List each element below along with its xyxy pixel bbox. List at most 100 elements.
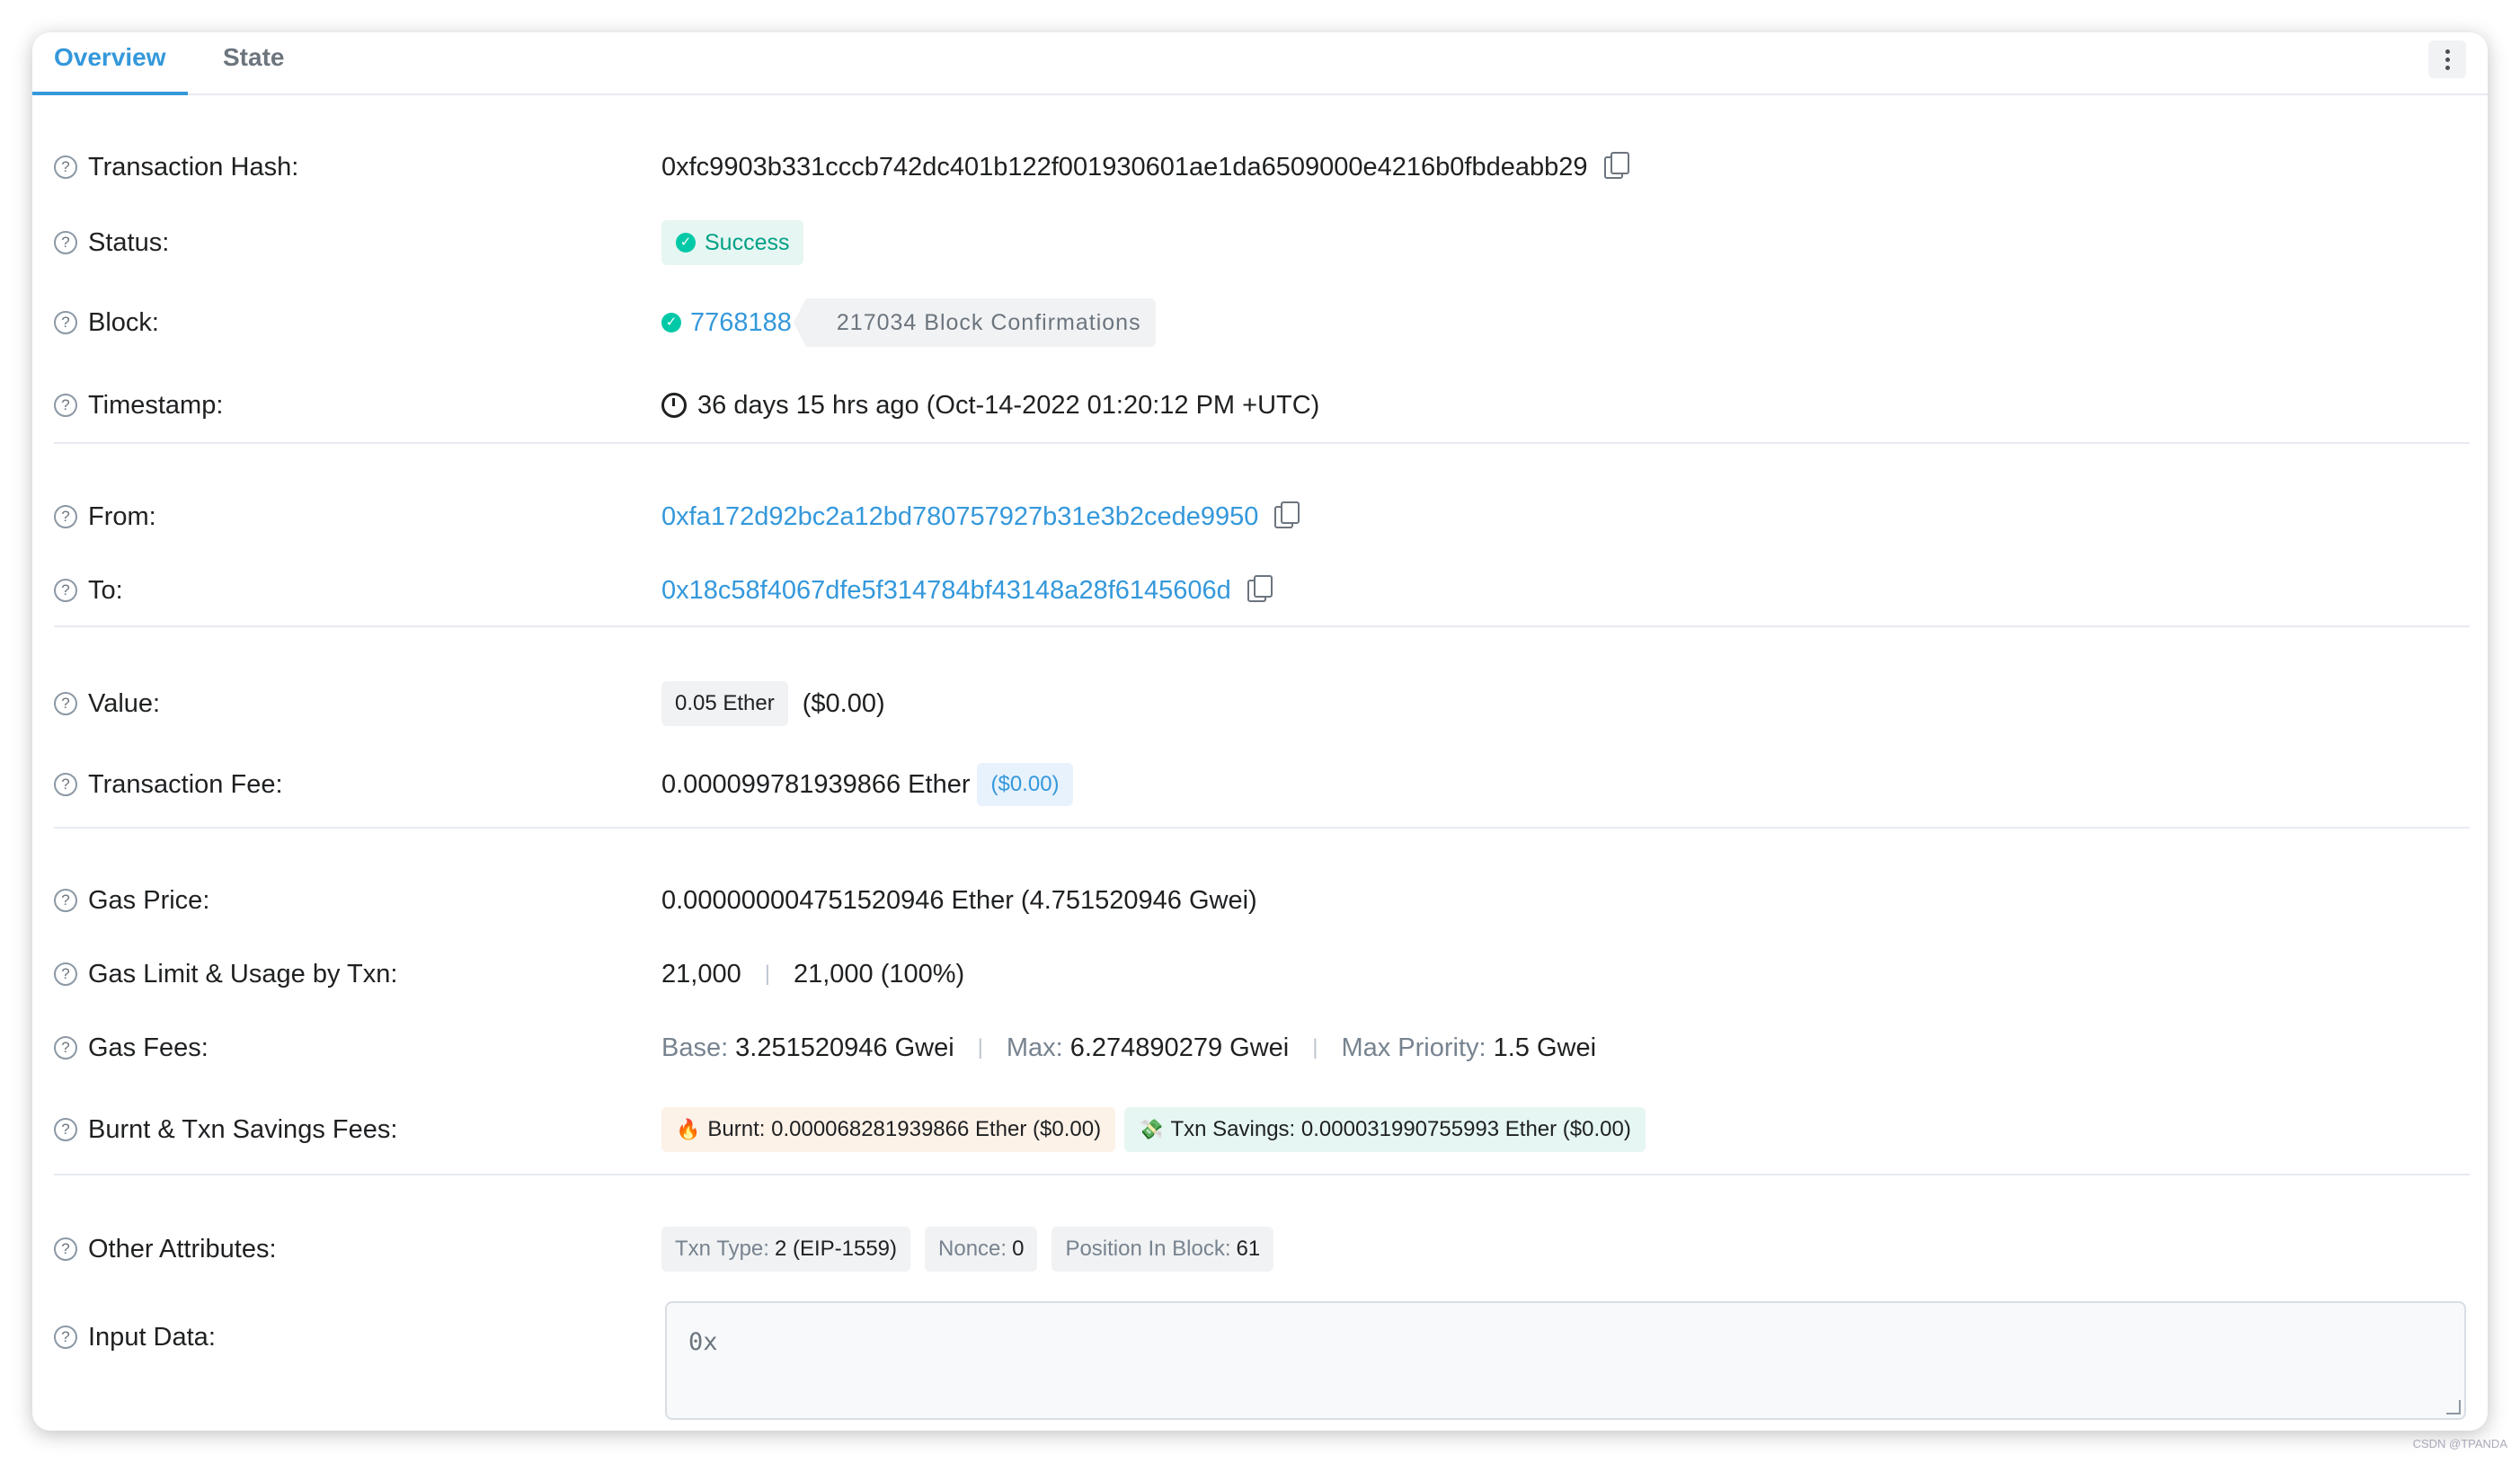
transaction-details-card: Overview State ? Transaction Hash: 0xfc99… bbox=[32, 32, 2488, 1431]
nonce-badge: Nonce: 0 bbox=[925, 1227, 1038, 1272]
label-to: To: bbox=[88, 575, 123, 605]
help-icon[interactable]: ? bbox=[54, 505, 77, 528]
divider bbox=[54, 442, 2470, 444]
row-block: ? Block: ✓ 7768188 217034 Block Confirmat… bbox=[54, 298, 1156, 347]
transaction-fee-usd-badge: ($0.00) bbox=[977, 763, 1073, 806]
position-value: 61 bbox=[1236, 1237, 1261, 1261]
row-transaction-fee: ? Transaction Fee: 0.000099781939866 Ethe… bbox=[54, 763, 1073, 806]
max-fee-label: Max: bbox=[1006, 1033, 1063, 1062]
label-burnt-savings: Burnt & Txn Savings Fees: bbox=[88, 1114, 398, 1144]
txn-savings-badge: 💸 Txn Savings: 0.000031990755993 Ether (… bbox=[1124, 1107, 1646, 1152]
more-dot-icon bbox=[2445, 57, 2450, 62]
from-address-link[interactable]: 0xfa172d92bc2a12bd780757927b31e3b2cede99… bbox=[661, 502, 1258, 532]
more-dot-icon bbox=[2445, 49, 2450, 54]
row-value: ? Value: 0.05 Ether ($0.00) bbox=[54, 681, 885, 726]
row-status: ? Status: ✓ Success bbox=[54, 220, 804, 265]
label-transaction-fee: Transaction Fee: bbox=[88, 769, 283, 799]
separator: | bbox=[764, 962, 770, 986]
help-icon[interactable]: ? bbox=[54, 1118, 77, 1141]
txn-type-label: Txn Type: bbox=[675, 1237, 769, 1261]
help-icon[interactable]: ? bbox=[54, 962, 77, 986]
txn-savings-text: Txn Savings: 0.000031990755993 Ether ($0… bbox=[1170, 1117, 1631, 1141]
txn-type-value: 2 (EIP-1559) bbox=[774, 1237, 898, 1261]
label-value: Value: bbox=[88, 688, 161, 718]
help-icon[interactable]: ? bbox=[54, 773, 77, 796]
base-fee-label: Base: bbox=[661, 1033, 729, 1062]
position-label: Position In Block: bbox=[1065, 1237, 1231, 1261]
row-gas-fees: ? Gas Fees: Base: 3.251520946 Gwei | Max:… bbox=[54, 1030, 1596, 1066]
row-input-data: ? Input Data: bbox=[54, 1319, 661, 1355]
help-icon[interactable]: ? bbox=[54, 231, 77, 254]
help-icon[interactable]: ? bbox=[54, 311, 77, 334]
to-address-link[interactable]: 0x18c58f4067dfe5f314784bf43148a28f614560… bbox=[661, 576, 1231, 606]
timestamp-value: 36 days 15 hrs ago (Oct-14-2022 01:20:12… bbox=[697, 390, 1320, 420]
max-fee-value: 6.274890279 Gwei bbox=[1069, 1033, 1290, 1062]
value-usd: ($0.00) bbox=[802, 688, 885, 718]
row-gas-limit: ? Gas Limit & Usage by Txn: 21,000 | 21,0… bbox=[54, 956, 964, 992]
help-icon[interactable]: ? bbox=[54, 889, 77, 912]
help-icon[interactable]: ? bbox=[54, 579, 77, 602]
money-icon: 💸 bbox=[1139, 1118, 1164, 1140]
position-badge: Position In Block: 61 bbox=[1051, 1227, 1274, 1272]
max-priority-label: Max Priority: bbox=[1341, 1033, 1486, 1062]
help-icon[interactable]: ? bbox=[54, 1036, 77, 1060]
tab-state[interactable]: State bbox=[223, 32, 284, 93]
txn-type-badge: Txn Type: 2 (EIP-1559) bbox=[661, 1227, 911, 1272]
block-number-link[interactable]: 7768188 bbox=[690, 308, 792, 338]
tab-overview[interactable]: Overview bbox=[32, 32, 187, 95]
check-circle-icon: ✓ bbox=[676, 233, 696, 253]
more-options-button[interactable] bbox=[2428, 40, 2466, 78]
base-fee-value: 3.251520946 Gwei bbox=[735, 1033, 954, 1062]
copy-icon[interactable] bbox=[1603, 151, 1629, 179]
status-text: Success bbox=[705, 229, 790, 255]
tab-bar: Overview State bbox=[32, 32, 2488, 95]
help-icon[interactable]: ? bbox=[54, 1237, 77, 1261]
help-icon[interactable]: ? bbox=[54, 1326, 77, 1349]
label-gas-price: Gas Price: bbox=[88, 885, 210, 915]
row-to: ? To: 0x18c58f4067dfe5f314784bf43148a28f6… bbox=[54, 572, 1273, 608]
separator: | bbox=[1312, 1035, 1318, 1060]
block-confirmations-badge: 217034 Block Confirmations bbox=[793, 298, 1156, 347]
label-status: Status: bbox=[88, 227, 170, 257]
max-priority-value: 1.5 Gwei bbox=[1493, 1033, 1597, 1062]
label-input-data: Input Data: bbox=[88, 1322, 216, 1352]
label-from: From: bbox=[88, 501, 156, 531]
row-transaction-hash: ? Transaction Hash: 0xfc9903b331cccb742dc… bbox=[54, 149, 1629, 185]
gas-usage-value: 21,000 (100%) bbox=[793, 959, 965, 989]
row-timestamp: ? Timestamp: 36 days 15 hrs ago (Oct-14-2… bbox=[54, 387, 1319, 423]
nonce-label: Nonce: bbox=[938, 1237, 1007, 1261]
label-gas-limit: Gas Limit & Usage by Txn: bbox=[88, 959, 398, 989]
row-burnt-savings: ? Burnt & Txn Savings Fees: 🔥 Burnt: 0.00… bbox=[54, 1107, 1646, 1152]
clock-icon bbox=[661, 393, 687, 418]
input-data-value: 0x bbox=[688, 1328, 718, 1356]
help-icon[interactable]: ? bbox=[54, 155, 77, 179]
copy-icon[interactable] bbox=[1247, 574, 1273, 602]
status-badge: ✓ Success bbox=[661, 220, 804, 265]
label-transaction-hash: Transaction Hash: bbox=[88, 152, 299, 182]
divider bbox=[54, 1174, 2470, 1175]
copy-icon[interactable] bbox=[1274, 501, 1300, 528]
check-circle-icon: ✓ bbox=[661, 313, 681, 332]
separator: | bbox=[977, 1035, 983, 1060]
input-data-textarea[interactable]: 0x bbox=[665, 1301, 2466, 1420]
burnt-fee-badge: 🔥 Burnt: 0.000068281939866 Ether ($0.00) bbox=[661, 1107, 1116, 1152]
watermark: CSDN @TPANDA bbox=[2412, 1437, 2507, 1450]
label-block: Block: bbox=[88, 307, 159, 337]
label-gas-fees: Gas Fees: bbox=[88, 1033, 209, 1062]
value-amount-badge: 0.05 Ether bbox=[661, 681, 788, 726]
divider bbox=[54, 625, 2470, 627]
fire-icon: 🔥 bbox=[676, 1118, 701, 1140]
resize-handle-icon[interactable] bbox=[2446, 1400, 2461, 1414]
divider bbox=[54, 827, 2470, 829]
nonce-value: 0 bbox=[1012, 1237, 1025, 1261]
label-other-attributes: Other Attributes: bbox=[88, 1234, 277, 1264]
row-gas-price: ? Gas Price: 0.000000004751520946 Ether (… bbox=[54, 882, 1257, 918]
transaction-fee-amount: 0.000099781939866 Ether bbox=[661, 769, 971, 799]
burnt-fee-text: Burnt: 0.000068281939866 Ether ($0.00) bbox=[707, 1117, 1102, 1141]
gas-limit-value: 21,000 bbox=[661, 959, 741, 989]
help-icon[interactable]: ? bbox=[54, 394, 77, 417]
label-timestamp: Timestamp: bbox=[88, 390, 224, 420]
help-icon[interactable]: ? bbox=[54, 692, 77, 715]
transaction-hash-value: 0xfc9903b331cccb742dc401b122f001930601ae… bbox=[661, 152, 1588, 182]
row-from: ? From: 0xfa172d92bc2a12bd780757927b31e3b… bbox=[54, 499, 1300, 535]
